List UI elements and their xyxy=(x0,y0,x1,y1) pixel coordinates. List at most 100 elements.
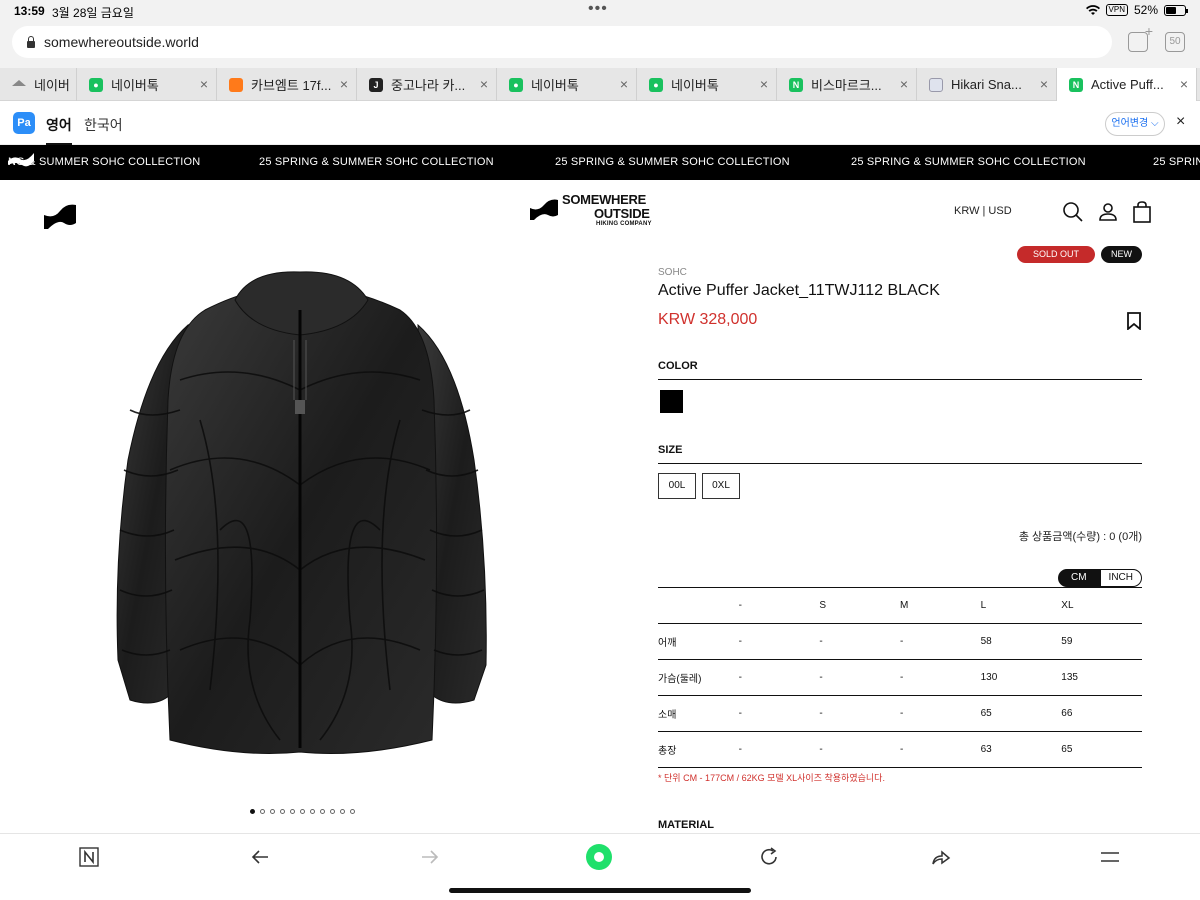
browser-tab[interactable]: 네이버 xyxy=(0,68,77,101)
browser-tab[interactable]: ● 네이버톡 × xyxy=(637,68,777,101)
lang-korean-tab[interactable]: 한국어 xyxy=(84,115,123,135)
change-language-button[interactable]: 언어변경 ⌵ xyxy=(1105,112,1165,136)
shopping-bag-icon[interactable] xyxy=(1130,200,1154,224)
search-icon[interactable] xyxy=(1061,200,1085,224)
size-chart-cell: - xyxy=(899,695,981,732)
menu-icon[interactable] xyxy=(1099,846,1121,868)
home-indicator[interactable] xyxy=(449,888,751,893)
pagination-dot[interactable] xyxy=(350,809,355,814)
marquee-text: 25 SPRING & SUMMER SOHC COLLECTION xyxy=(259,156,494,168)
size-chart-row: 가슴(둘레) - - -130 135 xyxy=(658,659,1142,696)
browser-tab[interactable]: Hikari Sna... × xyxy=(917,68,1057,101)
close-tab-icon[interactable]: × xyxy=(480,76,488,92)
translate-bar: Pa 영어 한국어 언어변경 ⌵ × xyxy=(0,102,1200,145)
total-price: 총 상품금액(수량) : 0 (0개) xyxy=(1018,531,1142,543)
vpn-badge: VPN xyxy=(1105,4,1128,16)
pagination-dot[interactable] xyxy=(330,809,335,814)
date: 3월 28일 금요일 xyxy=(52,6,134,20)
browser-tab[interactable]: ● 네이버톡 × xyxy=(497,68,637,101)
close-tab-icon[interactable]: × xyxy=(760,76,768,92)
browser-tab[interactable]: J 중고나라 카... × xyxy=(357,68,497,101)
size-chart-row: 총장 - - -63 65 xyxy=(658,731,1142,768)
size-chart-cell: 63 xyxy=(980,731,1062,768)
pagination-dot[interactable] xyxy=(260,809,265,814)
size-chart-cell: - xyxy=(899,731,981,768)
naver-talk-icon: ● xyxy=(509,77,523,92)
tab-overview-button[interactable]: 50 xyxy=(1165,32,1185,52)
unit-cm-button[interactable]: CM xyxy=(1057,569,1100,587)
product-brand: SOHC xyxy=(658,267,687,278)
browser-tab[interactable]: N 비스마르크... × xyxy=(777,68,917,101)
currency-switch[interactable]: KRW | USD xyxy=(954,205,1012,217)
close-icon[interactable]: × xyxy=(1176,113,1185,131)
pagination-dot[interactable] xyxy=(280,809,285,814)
naver-talk-icon: ● xyxy=(649,77,663,92)
joonggonara-icon: J xyxy=(369,77,383,92)
refresh-icon[interactable] xyxy=(758,846,780,868)
marquee-text: NG & SUMMER SOHC COLLECTION xyxy=(8,156,201,168)
unit-inch-button[interactable]: INCH xyxy=(1099,569,1142,587)
pagination-dot[interactable] xyxy=(300,809,305,814)
close-tab-icon[interactable]: × xyxy=(1180,76,1188,92)
size-chart-cell: 65 xyxy=(1061,731,1142,768)
forward-icon[interactable] xyxy=(419,846,441,868)
home-icon xyxy=(12,78,26,92)
color-swatch-black[interactable] xyxy=(660,390,683,413)
new-badge: NEW xyxy=(1101,246,1142,263)
naver-home-icon[interactable] xyxy=(78,846,100,868)
size-chart-cell: - xyxy=(819,731,900,768)
bookmark-icon[interactable] xyxy=(1126,312,1142,330)
divider xyxy=(658,379,1142,380)
pagination-dot[interactable] xyxy=(290,809,295,814)
size-chart-cell: M xyxy=(899,587,981,624)
close-tab-icon[interactable]: × xyxy=(1040,76,1048,92)
address-bar[interactable]: somewhereoutside.world xyxy=(12,26,1112,58)
close-tab-icon[interactable]: × xyxy=(900,76,908,92)
share-icon[interactable] xyxy=(929,846,951,868)
new-tab-button[interactable] xyxy=(1128,23,1153,52)
brand-logo[interactable]: SOMEWHERE OUTSIDE HIKING COMPANY xyxy=(530,192,672,232)
sold-out-badge: SOLD OUT xyxy=(1016,246,1095,263)
size-chart-row-label: 소매 xyxy=(658,695,739,732)
close-tab-icon[interactable]: × xyxy=(620,76,628,92)
browser-tab[interactable]: 카브엠트 17f... × xyxy=(217,68,357,101)
size-chart-cell: - xyxy=(738,623,820,660)
pagination-dot[interactable] xyxy=(250,809,255,814)
size-chart-row-label: 총장 xyxy=(658,731,739,768)
size-chart-row-label: 가슴(둘레) xyxy=(658,659,739,696)
size-chart-row-label: 어깨 xyxy=(658,623,739,660)
site-header: SOMEWHERE OUTSIDE HIKING COMPANY KRW | U… xyxy=(0,180,1200,246)
size-chart-cell: 58 xyxy=(980,623,1062,660)
naver-n-icon: N xyxy=(789,77,803,92)
product-name: Active Puffer Jacket_11TWJ112 BLACK xyxy=(658,282,940,299)
tab-label: 중고나라 카... xyxy=(391,78,466,93)
close-tab-icon[interactable]: × xyxy=(200,76,208,92)
size-option-00l[interactable]: 00L xyxy=(658,473,696,499)
close-tab-icon[interactable]: × xyxy=(340,76,348,92)
product-image[interactable] xyxy=(100,270,500,770)
carrot-icon xyxy=(229,77,243,92)
translate-icon: Pa xyxy=(13,112,35,134)
tab-label: 네이버톡 xyxy=(111,78,159,93)
image-pagination[interactable] xyxy=(250,809,355,814)
multitask-dots-icon[interactable]: ••• xyxy=(588,0,608,18)
color-label: COLOR xyxy=(658,360,698,372)
size-option-0xl[interactable]: 0XL xyxy=(702,473,740,499)
browser-tab[interactable]: N Active Puff... × xyxy=(1057,68,1197,101)
tab-label: 카브엠트 17f... xyxy=(251,78,332,93)
lock-icon xyxy=(26,36,36,48)
size-chart-row: 소매 - - -65 66 xyxy=(658,695,1142,732)
pagination-dot[interactable] xyxy=(340,809,345,814)
back-icon[interactable] xyxy=(249,846,271,868)
user-icon[interactable] xyxy=(1096,200,1120,224)
browser-tab[interactable]: ● 네이버톡 × xyxy=(77,68,217,101)
url-text: somewhereoutside.world xyxy=(44,34,199,50)
pagination-dot[interactable] xyxy=(270,809,275,814)
size-chart-cell: L xyxy=(980,587,1062,624)
sohc-logo-icon xyxy=(530,194,558,220)
sohc-logo-icon[interactable] xyxy=(44,197,76,229)
pagination-dot[interactable] xyxy=(310,809,315,814)
pagination-dot[interactable] xyxy=(320,809,325,814)
lang-english-tab[interactable]: 영어 xyxy=(46,115,72,145)
green-dot-icon[interactable] xyxy=(585,843,613,871)
